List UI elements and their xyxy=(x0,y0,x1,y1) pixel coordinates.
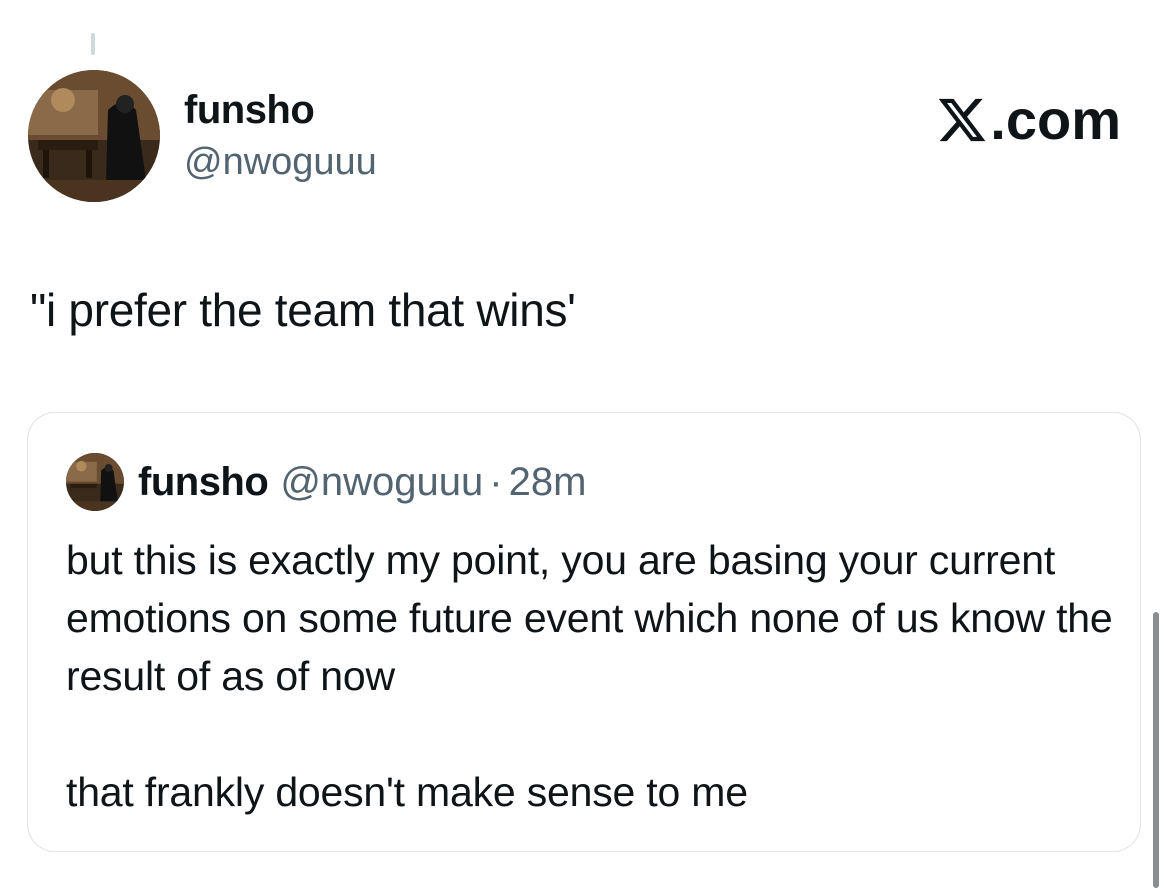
thread-connector-line xyxy=(91,33,95,55)
quoted-handle[interactable]: @nwoguuu xyxy=(280,460,483,505)
profile-photo-icon xyxy=(66,453,124,511)
avatar[interactable] xyxy=(28,70,160,202)
quoted-separator: · xyxy=(489,459,503,504)
brand-watermark: .com xyxy=(936,88,1121,152)
quoted-paragraph: but this is exactly my point, you are ba… xyxy=(66,537,1113,699)
scrollbar-thumb[interactable] xyxy=(1153,612,1159,888)
quoted-tweet-card[interactable]: funsho @nwoguuu · 28m but this is exactl… xyxy=(27,412,1141,852)
quoted-display-name[interactable]: funsho xyxy=(138,460,269,505)
author-handle[interactable]: @nwoguuu xyxy=(184,139,377,185)
quoted-tweet-header: funsho @nwoguuu · 28m xyxy=(66,453,586,511)
quoted-timestamp[interactable]: 28m xyxy=(509,460,587,505)
quoted-tweet-body: but this is exactly my point, you are ba… xyxy=(66,531,1116,821)
quoted-paragraph: that frankly doesn't make sense to me xyxy=(66,769,748,815)
x-logo-icon xyxy=(939,98,986,142)
profile-photo-icon xyxy=(28,70,160,202)
brand-label: .com xyxy=(990,88,1121,151)
tweet-text: "i prefer the team that wins' xyxy=(30,284,576,336)
author-display-name[interactable]: funsho xyxy=(184,86,315,134)
quoted-avatar[interactable] xyxy=(66,453,124,511)
